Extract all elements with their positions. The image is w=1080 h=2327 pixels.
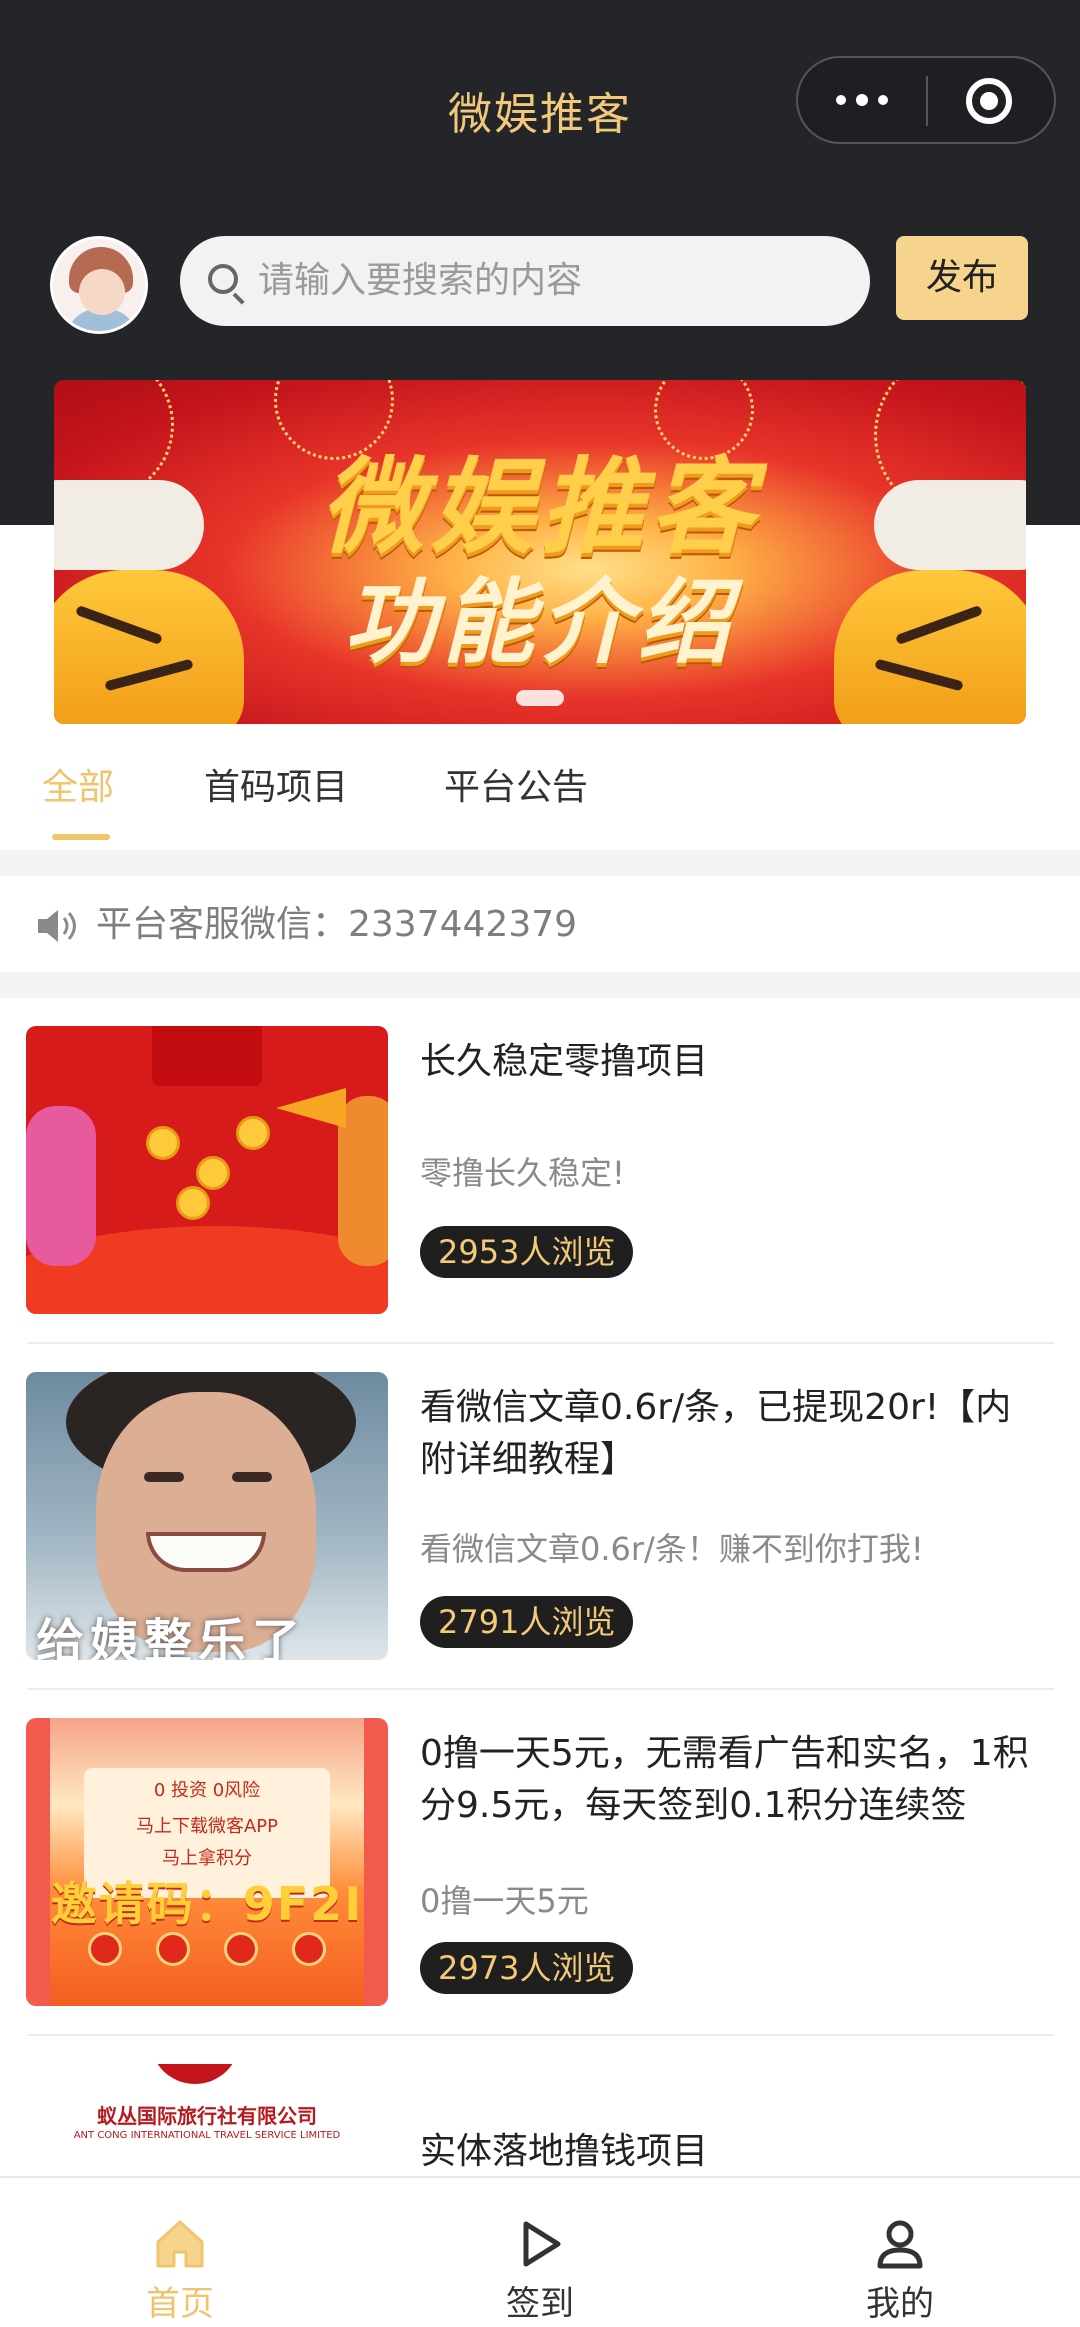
item-description: 看微信文章0.6r/条！赚不到你打我!: [420, 1530, 924, 1568]
category-tabs: 全部 首码项目 平台公告: [0, 724, 1080, 850]
more-button[interactable]: [798, 58, 926, 142]
item-thumbnail: 0 投资 0风险 马上下载微客APP 马上拿积分 邀请码：9F2I: [26, 1718, 388, 2006]
list-item[interactable]: 长久稳定零撸项目 零撸长久稳定! 2953人浏览: [0, 998, 1080, 1344]
company-name: 蚁丛国际旅行社有限公司: [97, 2104, 317, 2128]
search-input[interactable]: 请输入要搜索的内容: [180, 236, 870, 326]
section-divider: [0, 972, 1080, 998]
item-description: 0撸一天5元: [420, 1882, 589, 1920]
list-item[interactable]: 蚁丛国际旅行社有限公司 ANT CONG INTERNATIONAL TRAVE…: [0, 2036, 1080, 2176]
view-count-badge: 2973人浏览: [420, 1942, 634, 1994]
nav-checkin-label: 签到: [506, 2284, 574, 2324]
item-thumbnail: 给姨整乐了: [26, 1372, 388, 1660]
item-title: 长久稳定零撸项目: [420, 1041, 709, 1082]
nav-mine[interactable]: 我的: [800, 2178, 1000, 2327]
more-dot-icon: [856, 94, 868, 106]
tab-all[interactable]: 全部: [42, 758, 114, 810]
status-bar: [0, 0, 1080, 40]
promo-banner[interactable]: 微娱推客 功能介绍: [54, 380, 1026, 724]
list-item[interactable]: 0 投资 0风险 马上下载微客APP 马上拿积分 邀请码：9F2I 0撸一天5元…: [0, 1690, 1080, 2036]
notice-bar: 平台客服微信：2337442379: [0, 876, 1080, 972]
speaker-icon: [38, 910, 76, 942]
nav-checkin[interactable]: 签到: [440, 2178, 640, 2327]
capsule-divider: [926, 76, 928, 126]
list-item[interactable]: 给姨整乐了 看微信文章0.6r/条，已提现20r!【内附详细教程】 看微信文章0…: [0, 1344, 1080, 1690]
search-icon: [208, 264, 238, 294]
view-count-badge: 2953人浏览: [420, 1226, 634, 1278]
bottom-nav: 首页 签到 我的: [0, 2176, 1080, 2327]
close-target-icon[interactable]: [966, 78, 1012, 124]
customer-service-notice: 平台客服微信：2337442379: [96, 904, 578, 945]
view-count-badge: 2791人浏览: [420, 1596, 634, 1648]
mini-program-capsule: [796, 56, 1056, 144]
active-tab-indicator: [52, 834, 110, 840]
tab-first-code-projects[interactable]: 首码项目: [204, 758, 348, 810]
item-description: 零撸长久稳定!: [420, 1154, 625, 1192]
item-title: 实体落地撸钱项目: [420, 2131, 709, 2172]
nav-home-label: 首页: [146, 2284, 214, 2324]
nav-mine-label: 我的: [866, 2284, 934, 2324]
invite-code: 邀请码：9F2I: [50, 1877, 364, 1931]
tab-platform-announcements[interactable]: 平台公告: [444, 758, 588, 810]
more-dot-icon: [836, 95, 846, 105]
avatar[interactable]: [50, 236, 148, 334]
item-title: 看微信文章0.6r/条，已提现20r!【内附详细教程】: [420, 1387, 1012, 1480]
banner-subtitle: 功能介绍: [343, 569, 736, 676]
item-thumbnail: 蚁丛国际旅行社有限公司 ANT CONG INTERNATIONAL TRAVE…: [26, 2064, 388, 2176]
carousel-indicator: [516, 690, 564, 706]
item-thumbnail: [26, 1026, 388, 1314]
company-logo: [150, 2064, 240, 2084]
item-title: 0撸一天5元，无需看广告和实名，1积分9.5元，每天签到0.1积分连续签: [420, 1733, 1029, 1826]
home-icon: [156, 2220, 204, 2268]
search-placeholder: 请输入要搜索的内容: [258, 260, 583, 301]
more-dot-icon: [878, 95, 888, 105]
section-divider: [0, 850, 1080, 876]
play-icon: [523, 2221, 561, 2267]
publish-button[interactable]: 发布: [896, 236, 1028, 320]
nav-home[interactable]: 首页: [80, 2178, 280, 2327]
thumbnail-caption: 给姨整乐了: [36, 1614, 307, 1660]
user-icon: [877, 2220, 923, 2269]
company-name-en: ANT CONG INTERNATIONAL TRAVEL SERVICE LI…: [73, 2130, 341, 2141]
